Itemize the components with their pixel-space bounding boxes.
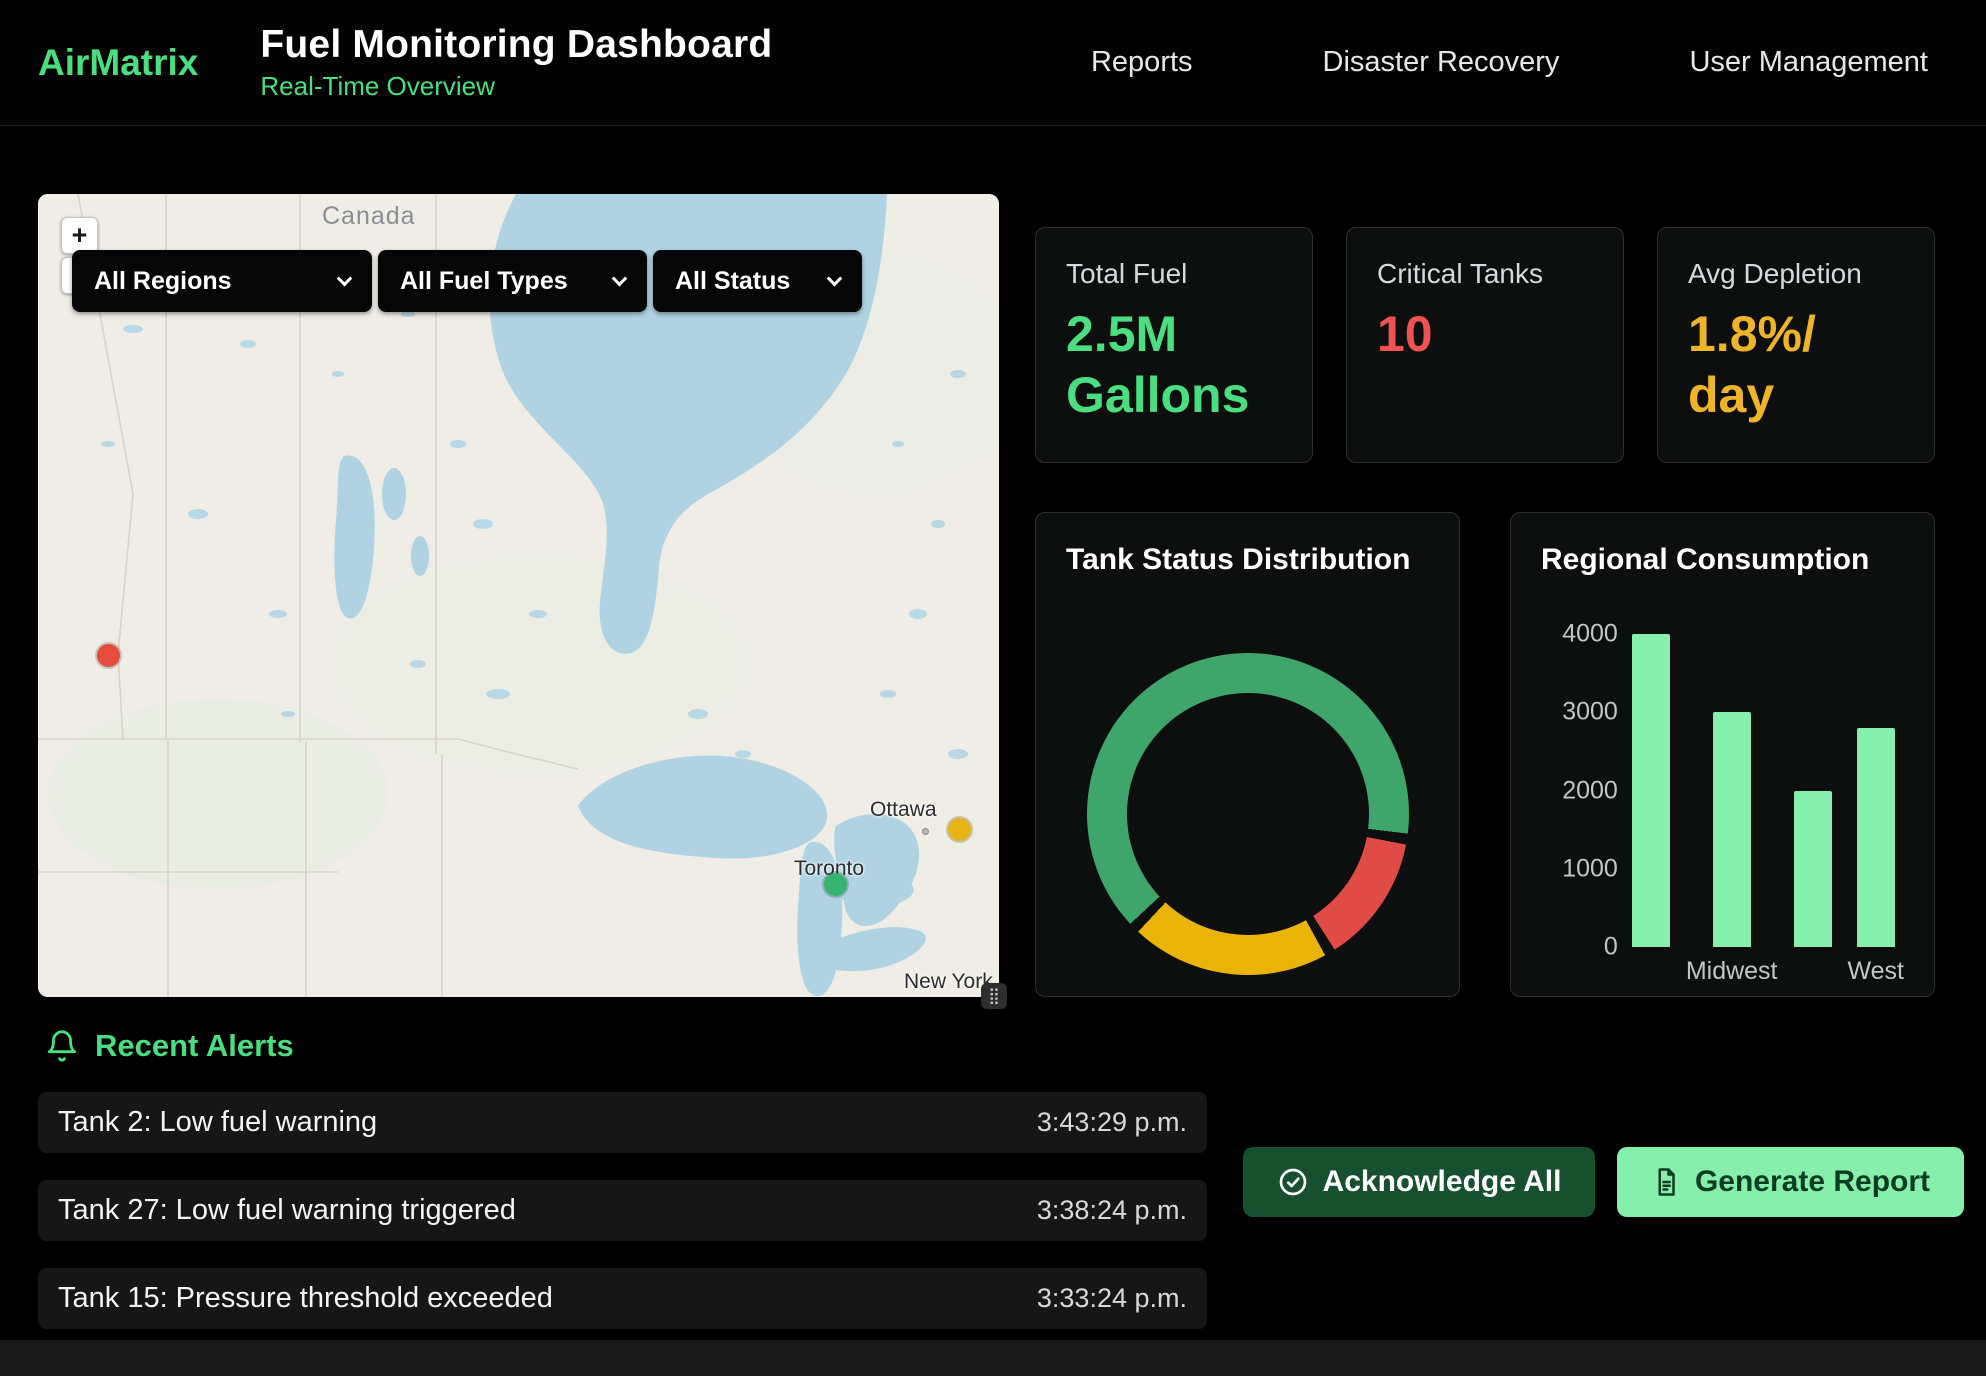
main-nav: Reports Disaster Recovery User Managemen…: [1091, 46, 1986, 79]
fuel-types-filter-dropdown[interactable]: All Fuel Types: [378, 250, 647, 312]
stat-card-total-fuel: Total Fuel 2.5M Gallons: [1035, 227, 1313, 463]
charts-row: Tank Status Distribution Regional Consum…: [1035, 512, 1935, 997]
stat-value-avg-depletion: 1.8%/ day: [1688, 304, 1904, 426]
alert-message: Tank 27: Low fuel warning triggered: [58, 1194, 516, 1227]
alert-message: Tank 15: Pressure threshold exceeded: [58, 1282, 553, 1315]
ottawa-town-dot: [922, 828, 929, 835]
alert-row: Tank 27: Low fuel warning triggered 3:38…: [38, 1180, 1207, 1241]
recent-alerts-title: Recent Alerts: [95, 1028, 294, 1064]
regional-consumption-card: Regional Consumption 4000 3000 2000 1000…: [1510, 512, 1935, 997]
alert-timestamp: 3:33:24 p.m.: [1037, 1283, 1187, 1314]
consumption-bar: [1713, 712, 1751, 947]
check-circle-icon: [1277, 1166, 1309, 1198]
stat-card-critical-tanks: Critical Tanks 10: [1346, 227, 1624, 463]
tank-status-title: Tank Status Distribution: [1066, 543, 1429, 577]
bar-plot: Midwest West: [1632, 634, 1904, 985]
donut-hole: [1127, 693, 1369, 935]
document-icon: [1651, 1167, 1681, 1197]
consumption-bar: [1632, 634, 1670, 947]
chevron-down-icon: [337, 270, 353, 286]
status-filter-dropdown[interactable]: All Status: [653, 250, 862, 312]
bar-column: West: [1848, 634, 1905, 985]
alert-timestamp: 3:43:29 p.m.: [1037, 1107, 1187, 1138]
x-tick: Midwest: [1686, 957, 1778, 985]
generate-report-button[interactable]: Generate Report: [1617, 1147, 1964, 1217]
bar-column: [1794, 634, 1832, 985]
tank-marker-normal[interactable]: [824, 873, 847, 896]
app-root: AirMatrix Fuel Monitoring Dashboard Real…: [0, 0, 1986, 1376]
alert-list: Tank 2: Low fuel warning 3:43:29 p.m. Ta…: [38, 1092, 1207, 1356]
stat-value-total-fuel: 2.5M Gallons: [1066, 304, 1282, 426]
map-label-new-york: New York: [904, 970, 993, 994]
consumption-bar: [1857, 728, 1895, 947]
map-filters: All Regions All Fuel Types All Status: [72, 250, 862, 312]
tank-marker-critical[interactable]: [97, 644, 120, 667]
header: AirMatrix Fuel Monitoring Dashboard Real…: [0, 0, 1986, 126]
map-label-ottawa: Ottawa: [870, 798, 937, 822]
nav-user-management[interactable]: User Management: [1689, 46, 1928, 79]
y-tick: 1000: [1562, 854, 1618, 883]
tank-marker-warning[interactable]: [948, 818, 971, 841]
acknowledge-all-label: Acknowledge All: [1323, 1165, 1562, 1199]
alert-message: Tank 2: Low fuel warning: [58, 1106, 377, 1139]
x-tick: West: [1848, 957, 1905, 985]
bottom-bar: [0, 1340, 1986, 1376]
y-tick: 4000: [1562, 620, 1618, 649]
map-canvas[interactable]: Canada Ottawa Toronto New York + − All R…: [38, 194, 999, 997]
nav-reports[interactable]: Reports: [1091, 46, 1193, 79]
y-tick: 3000: [1562, 698, 1618, 727]
regional-consumption-chart: 4000 3000 2000 1000 0 Midwest: [1541, 634, 1904, 985]
generate-report-label: Generate Report: [1695, 1165, 1930, 1199]
map-resize-handle[interactable]: ⣿: [981, 983, 1007, 1009]
page-subtitle: Real-Time Overview: [260, 71, 772, 102]
y-tick: 2000: [1562, 776, 1618, 805]
alert-timestamp: 3:38:24 p.m.: [1037, 1195, 1187, 1226]
fuel-types-filter-value: All Fuel Types: [400, 267, 568, 296]
status-filter-value: All Status: [675, 267, 790, 296]
y-axis: 4000 3000 2000 1000 0: [1541, 634, 1632, 947]
stat-label: Critical Tanks: [1377, 258, 1593, 290]
alert-row: Tank 15: Pressure threshold exceeded 3:3…: [38, 1268, 1207, 1329]
stat-label: Avg Depletion: [1688, 258, 1904, 290]
tank-status-donut: [1087, 653, 1409, 975]
bar-column: Midwest: [1686, 634, 1778, 985]
brand-logo[interactable]: AirMatrix: [38, 42, 198, 84]
stat-label: Total Fuel: [1066, 258, 1282, 290]
alert-row: Tank 2: Low fuel warning 3:43:29 p.m.: [38, 1092, 1207, 1153]
regions-filter-value: All Regions: [94, 267, 232, 296]
alert-actions: Acknowledge All Generate Report: [1243, 1147, 1964, 1217]
fuel-map[interactable]: Canada Ottawa Toronto New York + − All R…: [38, 194, 999, 997]
acknowledge-all-button[interactable]: Acknowledge All: [1243, 1147, 1595, 1217]
bell-icon: [45, 1029, 79, 1063]
stats-row: Total Fuel 2.5M Gallons Critical Tanks 1…: [1035, 227, 1935, 463]
stat-card-avg-depletion: Avg Depletion 1.8%/ day: [1657, 227, 1935, 463]
title-block: Fuel Monitoring Dashboard Real-Time Over…: [260, 23, 772, 102]
y-tick: 0: [1604, 933, 1618, 962]
consumption-bar: [1794, 791, 1832, 948]
nav-disaster-recovery[interactable]: Disaster Recovery: [1323, 46, 1560, 79]
recent-alerts-heading: Recent Alerts: [45, 1028, 294, 1064]
page-title: Fuel Monitoring Dashboard: [260, 23, 772, 67]
regional-consumption-title: Regional Consumption: [1541, 543, 1904, 577]
map-label-canada: Canada: [322, 202, 416, 231]
tank-status-card: Tank Status Distribution: [1035, 512, 1460, 997]
stat-value-critical-tanks: 10: [1377, 304, 1593, 365]
chevron-down-icon: [612, 270, 628, 286]
chevron-down-icon: [827, 270, 843, 286]
zoom-in-button[interactable]: +: [61, 217, 98, 254]
regions-filter-dropdown[interactable]: All Regions: [72, 250, 372, 312]
bar-column: [1632, 634, 1670, 985]
